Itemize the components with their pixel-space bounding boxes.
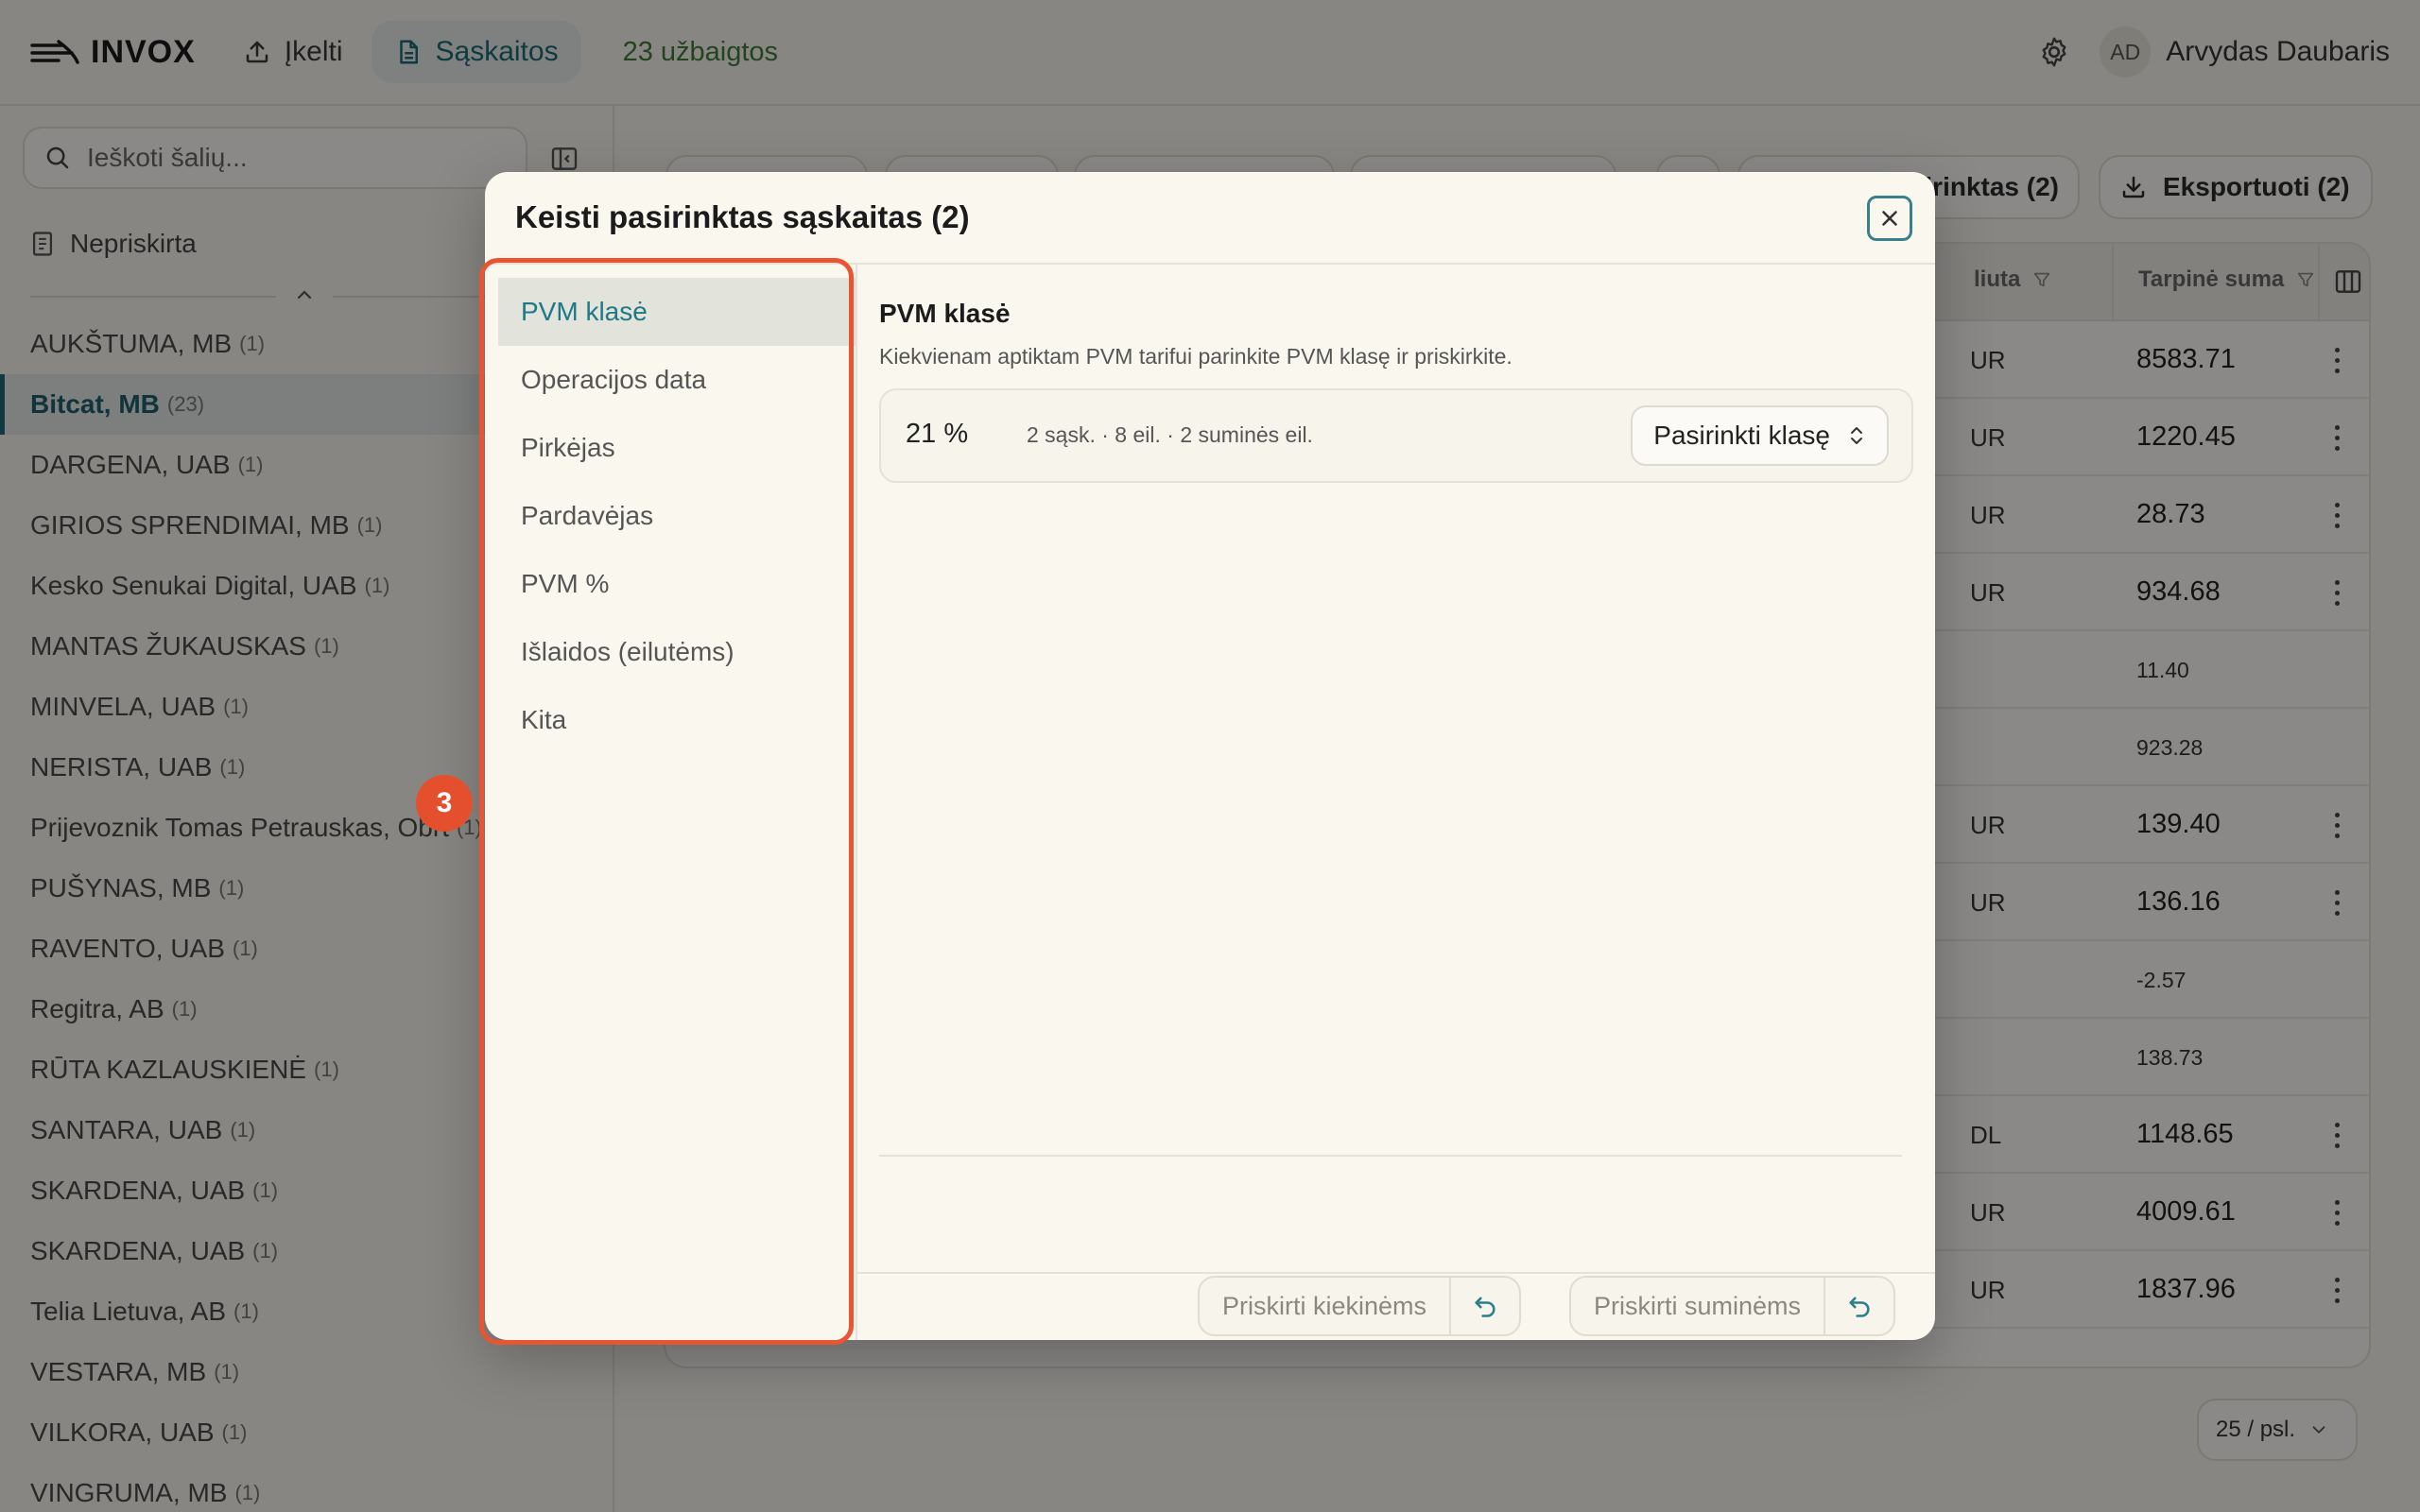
close-button[interactable] (1867, 196, 1912, 241)
modal-nav-divider (856, 265, 857, 1340)
close-icon (1882, 211, 1897, 226)
section-title: PVM klasė (879, 299, 1011, 328)
assign-totals-group: Priskirti suminėms (1569, 1276, 1896, 1336)
modal-header: Keisti pasirinktas sąskaitas (2) (485, 172, 1935, 265)
undo-icon (1475, 1297, 1495, 1317)
assign-lines-button[interactable]: Priskirti kiekinėms (1200, 1278, 1452, 1334)
annotation-highlight (479, 258, 854, 1345)
modal-title: Keisti pasirinktas sąskaitas (2) (515, 199, 970, 234)
chevron-updown-icon (1851, 427, 1862, 444)
vat-rate-info: 2 sąsk. · 8 eil. · 2 suminės eil. (1027, 422, 1313, 447)
modal-content: PVM klasė Kiekvienam aptiktam PVM tarifu… (879, 265, 1913, 1340)
vat-class-select-label: Pasirinkti klasę (1653, 421, 1830, 450)
vat-rate-value: 21 % (906, 419, 969, 449)
vat-rate-row: 21 % 2 sąsk. · 8 eil. · 2 suminės eil. P… (879, 388, 1913, 483)
assign-lines-group: Priskirti kiekinėms (1198, 1276, 1522, 1336)
step-badge: 3 (416, 775, 473, 832)
vat-class-select[interactable]: Pasirinkti klasę (1631, 405, 1889, 466)
assign-totals-button[interactable]: Priskirti suminėms (1571, 1278, 1826, 1334)
content-divider (879, 1155, 1902, 1157)
section-description: Kiekvienam aptiktam PVM tarifui parinkit… (879, 344, 1512, 369)
undo-lines-button[interactable] (1451, 1278, 1519, 1334)
undo-totals-button[interactable] (1825, 1278, 1893, 1334)
modal-footer-divider (856, 1272, 1935, 1274)
undo-icon (1849, 1297, 1870, 1317)
